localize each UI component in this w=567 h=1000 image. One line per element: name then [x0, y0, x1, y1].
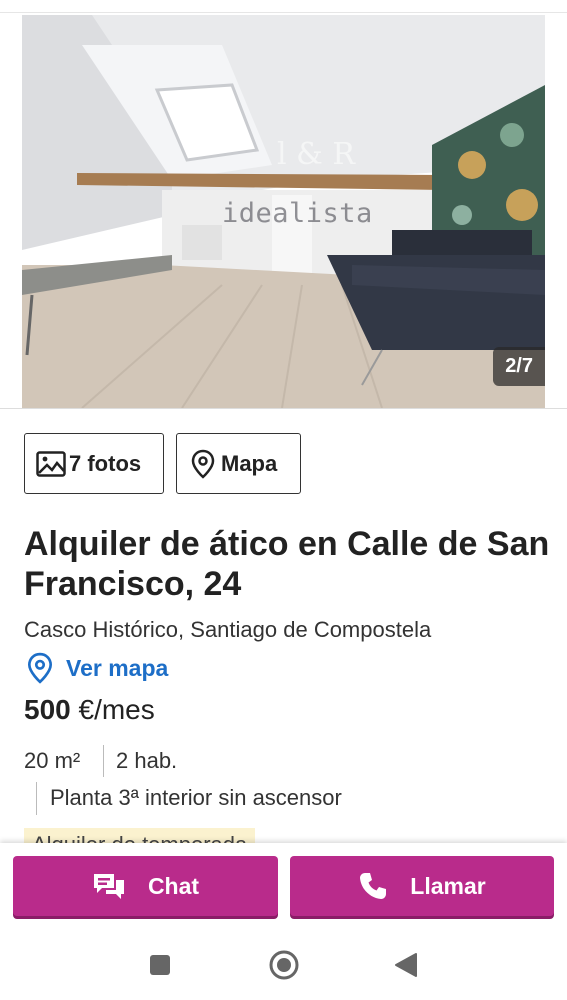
photos-button-label: 7 fotos — [69, 450, 142, 476]
listing-title: Alquiler de ático en Calle de San Franci… — [24, 525, 550, 603]
back-triangle-icon — [395, 953, 417, 977]
photo-counter: 2/7 — [493, 347, 545, 386]
chat-bubbles-icon — [92, 871, 126, 901]
square-icon — [150, 955, 170, 975]
map-pin-icon — [187, 448, 219, 480]
chat-button-label: Chat — [147, 872, 200, 899]
top-divider — [0, 12, 567, 13]
chat-button[interactable]: Chat — [13, 856, 278, 916]
feature-area: 20 m² — [24, 748, 81, 773]
home-button[interactable] — [267, 948, 301, 982]
section-divider — [0, 408, 567, 409]
contact-bar: Chat Llamar — [0, 843, 567, 930]
view-map-link[interactable]: Ver mapa — [26, 652, 168, 684]
system-nav-bar — [0, 930, 567, 1000]
call-button-label: Llamar — [410, 872, 486, 899]
idealista-watermark: idealista — [222, 198, 373, 229]
map-button-label: Mapa — [221, 450, 278, 476]
recents-button[interactable] — [148, 953, 172, 977]
circle-icon — [269, 950, 299, 980]
price-value: 500 — [24, 694, 71, 725]
photo-gallery[interactable]: l & R idealista 2/7 — [22, 15, 545, 408]
image-icon — [35, 448, 67, 480]
agency-watermark: l & R — [277, 137, 355, 172]
back-button[interactable] — [393, 952, 419, 978]
photos-button[interactable]: 7 fotos — [24, 433, 164, 494]
phone-icon — [358, 871, 388, 901]
listing-location: Casco Histórico, Santiago de Compostela — [24, 617, 432, 642]
price-unit: €/mes — [78, 694, 155, 725]
feature-divider — [103, 745, 104, 777]
listing-price: 500 €/mes — [24, 694, 155, 726]
feature-floor: Planta 3ª interior sin ascensor — [50, 785, 342, 810]
map-pin-icon — [26, 652, 54, 684]
view-map-label: Ver mapa — [66, 654, 169, 681]
map-button[interactable]: Mapa — [176, 433, 301, 494]
feature-rooms: 2 hab. — [116, 748, 178, 773]
feature-divider — [36, 782, 37, 815]
call-button[interactable]: Llamar — [290, 856, 554, 916]
